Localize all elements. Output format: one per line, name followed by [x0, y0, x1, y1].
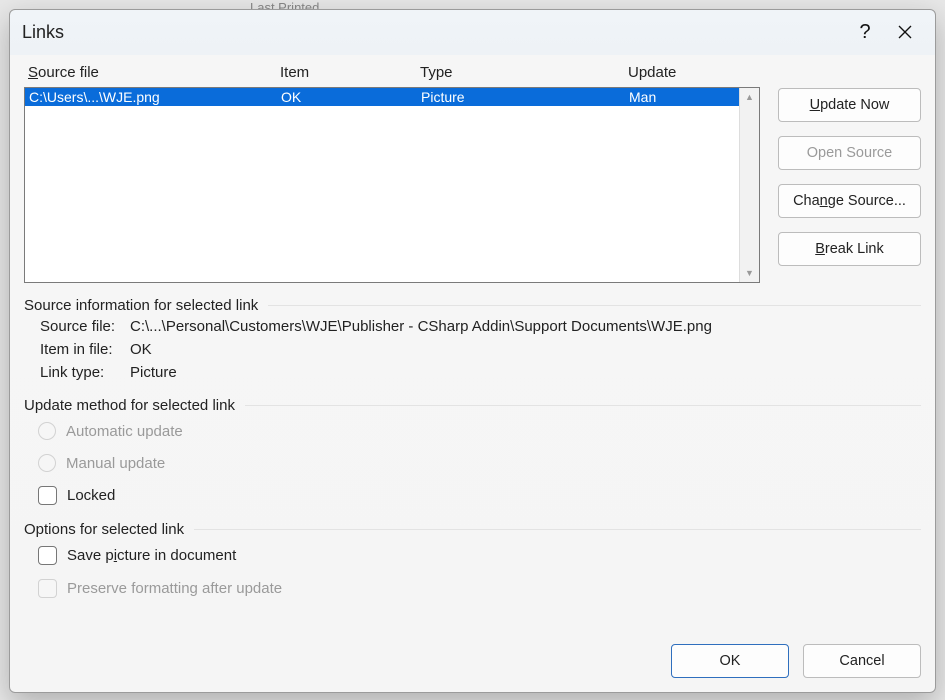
- list-row[interactable]: C:\Users\...\WJE.png OK Picture Man: [25, 88, 739, 106]
- change-source-button[interactable]: Change Source...: [778, 184, 921, 218]
- options-section-title: Options for selected link: [24, 521, 184, 538]
- links-listbox[interactable]: C:\Users\...\WJE.png OK Picture Man ▲ ▼: [24, 87, 760, 283]
- options-section-head: Options for selected link: [24, 521, 921, 538]
- manual-update-label: Manual update: [66, 455, 165, 472]
- divider: [268, 305, 921, 306]
- update-method-group: Automatic update Manual update Locked: [24, 414, 921, 507]
- list-rows: C:\Users\...\WJE.png OK Picture Man: [25, 88, 739, 282]
- save-picture-label: Save picture in document: [67, 547, 236, 564]
- dialog-title: Links: [22, 22, 845, 43]
- cell-update: Man: [629, 88, 739, 106]
- info-section-title: Source information for selected link: [24, 297, 258, 314]
- locked-label: Locked: [67, 487, 115, 504]
- info-item-value: OK: [130, 341, 913, 358]
- radio-icon: [38, 454, 56, 472]
- header-update: Update: [628, 64, 756, 81]
- manual-update-radio: Manual update: [38, 454, 913, 472]
- help-icon[interactable]: ?: [845, 21, 885, 44]
- ok-button[interactable]: OK: [671, 644, 789, 678]
- top-area: Source file Item Type Update C:\Users\..…: [24, 60, 921, 283]
- header-type: Type: [420, 64, 628, 81]
- info-type-label: Link type:: [40, 364, 130, 381]
- divider: [194, 529, 921, 530]
- open-source-button: Open Source: [778, 136, 921, 170]
- list-headers: Source file Item Type Update: [24, 60, 760, 87]
- info-section-head: Source information for selected link: [24, 297, 921, 314]
- cell-item: OK: [281, 88, 421, 106]
- links-dialog: Links ? Source file Item Type Update C: [9, 9, 936, 693]
- checkbox-icon: [38, 579, 57, 598]
- update-section-title: Update method for selected link: [24, 397, 235, 414]
- locked-checkbox[interactable]: Locked: [38, 486, 913, 505]
- automatic-update-radio: Automatic update: [38, 422, 913, 440]
- info-source-label: Source file:: [40, 318, 130, 335]
- close-icon[interactable]: [885, 14, 925, 50]
- radio-icon: [38, 422, 56, 440]
- info-grid: Source file: C:\...\Personal\Customers\W…: [24, 314, 921, 383]
- info-type-value: Picture: [130, 364, 913, 381]
- scroll-down-icon[interactable]: ▼: [740, 264, 759, 282]
- scroll-up-icon[interactable]: ▲: [740, 88, 759, 106]
- update-section-head: Update method for selected link: [24, 397, 921, 414]
- info-item-label: Item in file:: [40, 341, 130, 358]
- cancel-button[interactable]: Cancel: [803, 644, 921, 678]
- preserve-formatting-label: Preserve formatting after update: [67, 580, 282, 597]
- info-source-value: C:\...\Personal\Customers\WJE\Publisher …: [130, 318, 913, 335]
- dialog-footer: OK Cancel: [24, 640, 921, 682]
- dialog-content: Source file Item Type Update C:\Users\..…: [10, 54, 935, 692]
- titlebar: Links ?: [10, 10, 935, 54]
- break-link-button[interactable]: Break Link: [778, 232, 921, 266]
- checkbox-icon: [38, 486, 57, 505]
- links-list-wrap: Source file Item Type Update C:\Users\..…: [24, 60, 760, 283]
- update-now-button[interactable]: Update Now: [778, 88, 921, 122]
- cell-type: Picture: [421, 88, 629, 106]
- cell-source: C:\Users\...\WJE.png: [29, 88, 281, 106]
- header-item: Item: [280, 64, 420, 81]
- save-picture-checkbox[interactable]: Save picture in document: [38, 546, 913, 565]
- side-buttons: Update Now Open Source Change Source... …: [778, 60, 921, 283]
- automatic-update-label: Automatic update: [66, 423, 183, 440]
- preserve-formatting-checkbox: Preserve formatting after update: [38, 579, 913, 598]
- header-source: Source file: [28, 64, 280, 81]
- options-group: Save picture in document Preserve format…: [24, 538, 921, 600]
- scrollbar[interactable]: ▲ ▼: [739, 88, 759, 282]
- checkbox-icon: [38, 546, 57, 565]
- divider: [245, 405, 921, 406]
